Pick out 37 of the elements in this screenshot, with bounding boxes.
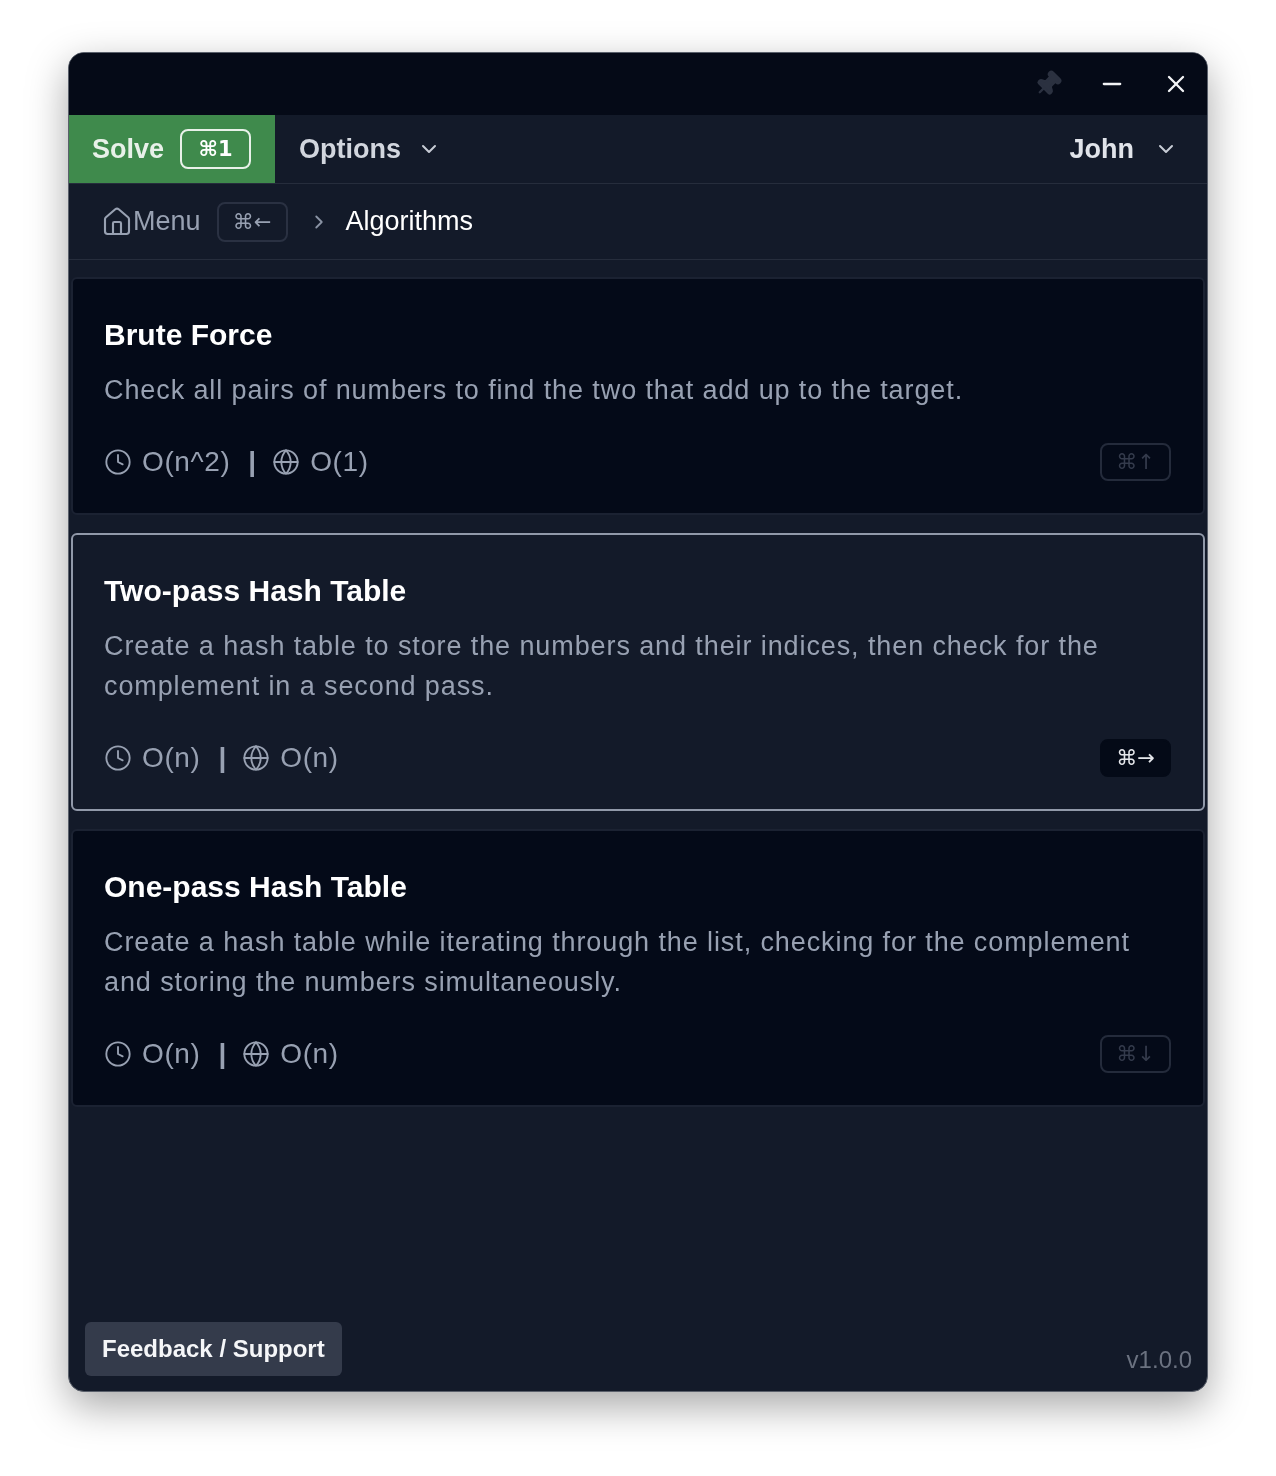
shortcut-key: ⌘↓ bbox=[1100, 1035, 1171, 1073]
nav-tab[interactable]: Options bbox=[275, 115, 466, 183]
globe-icon bbox=[242, 744, 271, 772]
home-icon bbox=[101, 205, 133, 238]
meta-separator: | bbox=[248, 446, 257, 478]
approach-card[interactable]: One-pass Hash Table Create a hash table while iterating through the list, checking for the complement and storing the numbers simultaneously. O(n) | O(n) ⌘↓ bbox=[71, 829, 1205, 1107]
time-complexity: O(n) bbox=[142, 742, 201, 774]
shortcut-key: ⌘← bbox=[216, 201, 288, 242]
feedback-button[interactable]: Feedback / Support bbox=[85, 1322, 342, 1376]
shortcut-key: ⌘↑ bbox=[1100, 443, 1171, 481]
approach-title: Two-pass Hash Table bbox=[104, 573, 408, 609]
space-complexity: O(n) bbox=[280, 1038, 339, 1070]
clock-icon bbox=[104, 744, 132, 772]
breadcrumb-link[interactable]: Menu bbox=[133, 206, 201, 237]
approach-description: Create a hash table to store the numbers and their indices, then check for the complement in a second pass. bbox=[104, 630, 1100, 703]
space-complexity: O(n) bbox=[280, 742, 339, 774]
approach-description: Create a hash table while iterating through the list, checking for the complement and storing the numbers simultaneously. bbox=[104, 926, 1131, 999]
meta-separator: | bbox=[218, 1038, 227, 1070]
shortcut-key: ⌘→ bbox=[1100, 739, 1171, 777]
globe-icon bbox=[272, 448, 301, 476]
shortcut-key: ⌘1 bbox=[180, 129, 252, 169]
meta-separator: | bbox=[218, 742, 227, 774]
approach-title: Brute Force bbox=[104, 317, 274, 353]
space-complexity: O(1) bbox=[310, 446, 369, 478]
breadcrumb-current: Algorithms bbox=[345, 206, 474, 237]
approach-card[interactable]: Two-pass Hash Table Create a hash table to store the numbers and their indices, then check for the complement in a second pass. O(n) | O(n) ⌘→ bbox=[71, 533, 1205, 811]
user-menu[interactable]: John bbox=[1057, 115, 1207, 183]
approach-card[interactable]: Brute Force Check all pairs of numbers to find the two that add up to the target. O(n^2) | O(1) ⌘↑ bbox=[71, 277, 1205, 515]
time-complexity: O(n^2) bbox=[142, 446, 231, 478]
time-complexity: O(n) bbox=[142, 1038, 201, 1070]
clock-icon bbox=[104, 1040, 132, 1068]
version-label: v1.0.0 bbox=[1126, 1346, 1192, 1375]
clock-icon bbox=[104, 448, 132, 476]
nav-tab[interactable]: Solve ⌘1 bbox=[69, 115, 276, 183]
approach-title: One-pass Hash Table bbox=[104, 869, 408, 905]
approach-description: Check all pairs of numbers to find the two that add up to the target. bbox=[104, 374, 965, 407]
globe-icon bbox=[242, 1040, 271, 1068]
